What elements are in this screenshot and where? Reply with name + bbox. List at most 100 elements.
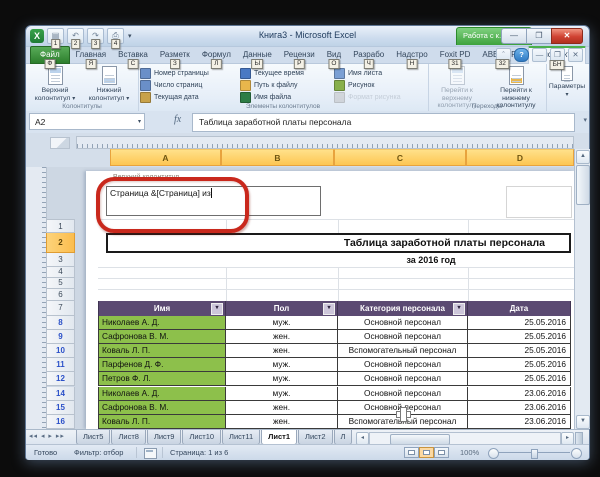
row-header-6[interactable]: 6 <box>46 289 75 301</box>
page-layout-view-icon[interactable] <box>419 447 434 458</box>
tab-foxit pd[interactable]: Foxit PD31 <box>434 46 477 63</box>
macro-record-icon[interactable] <box>144 448 157 459</box>
footer-button[interactable]: Нижний колонтитул ▾ <box>83 66 135 103</box>
row-header-2[interactable]: 2 <box>46 233 75 253</box>
table-cell[interactable]: 23.06.2016 <box>468 401 571 415</box>
tab-данные[interactable]: ДанныеЫ <box>237 46 278 63</box>
workbook-close-icon[interactable]: ✕ <box>568 48 583 62</box>
row-header-8[interactable]: 8 <box>46 316 75 330</box>
table-cell[interactable]: муж. <box>226 387 338 401</box>
table-cell[interactable]: Сафронова В. М. <box>98 401 226 415</box>
sheet-tab-лист9[interactable]: Лист9 <box>147 430 181 445</box>
table-cell[interactable]: Основной персонал <box>338 330 468 344</box>
zoom-out-icon[interactable] <box>488 448 499 459</box>
column-header-B[interactable]: B <box>221 149 334 166</box>
table-header-3[interactable]: Категория персонала▾ <box>338 301 468 316</box>
sheet-tab-л[interactable]: Л <box>334 430 353 445</box>
expand-formula-bar-icon[interactable]: ▾ <box>583 116 587 124</box>
table-cell[interactable]: 25.05.2016 <box>468 316 571 330</box>
subtitle-cell[interactable]: за 2016 год <box>366 255 496 265</box>
table-cell[interactable]: жен. <box>226 344 338 358</box>
row-header-14[interactable]: 14 <box>46 387 75 401</box>
element-button[interactable]: Путь к файлу <box>240 80 334 91</box>
sheet-tab-лист2[interactable]: Лист2 <box>298 430 332 445</box>
tab-разметк[interactable]: РазметкЗ <box>154 46 196 63</box>
formula-input[interactable]: Таблица заработной платы персонала <box>192 113 575 132</box>
page-break-view-icon[interactable] <box>434 447 449 458</box>
table-cell[interactable]: Коваль Л. П. <box>98 415 226 429</box>
row-header-11[interactable]: 11 <box>46 358 75 372</box>
sheet-tab-лист1[interactable]: Лист1 <box>261 430 297 445</box>
element-button[interactable]: Текущая дата <box>140 92 240 103</box>
column-header-C[interactable]: C <box>334 149 466 166</box>
row-header-9[interactable]: 9 <box>46 330 75 344</box>
table-cell[interactable]: Основной персонал <box>338 316 468 330</box>
table-cell[interactable]: жен. <box>226 401 338 415</box>
workbook-minimize-icon[interactable]: — <box>532 48 547 62</box>
row-header-7[interactable]: 7 <box>46 301 75 316</box>
sheet-tab-лист8[interactable]: Лист8 <box>111 430 145 445</box>
zoom-slider-thumb[interactable] <box>531 449 538 459</box>
table-cell[interactable]: Основной персонал <box>338 372 468 386</box>
table-cell[interactable]: Основной персонал <box>338 358 468 372</box>
tab-рецензи[interactable]: РецензиР <box>278 46 321 63</box>
print-icon[interactable]: ⎙4 <box>107 28 124 44</box>
table-cell[interactable]: жен. <box>226 415 338 429</box>
vertical-scrollbar[interactable]: ▲ ▼ <box>574 149 590 429</box>
row-header-5[interactable]: 5 <box>46 278 75 289</box>
row-header-12[interactable]: 12 <box>46 372 75 386</box>
scroll-down-icon[interactable]: ▼ <box>576 415 590 429</box>
row-header-4[interactable]: 4 <box>46 267 75 278</box>
row-header-1[interactable]: 1 <box>46 219 75 233</box>
sheet-nav-buttons[interactable]: ◂◂ ◂ ▸ ▸▸ <box>29 432 65 440</box>
filter-dropdown-icon[interactable]: ▾ <box>211 303 223 315</box>
table-cell[interactable]: Николаев А. Д. <box>98 316 226 330</box>
element-button[interactable]: Рисунок <box>334 80 422 91</box>
element-button[interactable]: Имя листа <box>334 68 422 79</box>
sheet-tab-лист11[interactable]: Лист11 <box>222 430 260 445</box>
maximize-button[interactable]: ❐ <box>526 28 551 44</box>
table-header-4[interactable]: Дата <box>468 301 571 316</box>
vertical-scroll-thumb[interactable] <box>576 165 590 205</box>
table-cell[interactable]: 25.05.2016 <box>468 358 571 372</box>
column-header-A[interactable]: A <box>110 149 221 166</box>
header-right-section[interactable] <box>506 186 572 218</box>
table-cell[interactable]: муж. <box>226 358 338 372</box>
table-cell[interactable]: Сафронова В. М. <box>98 330 226 344</box>
table-cell[interactable]: 23.06.2016 <box>468 387 571 401</box>
undo-icon[interactable]: ↶2 <box>67 28 84 44</box>
table-cell[interactable]: 25.05.2016 <box>468 344 571 358</box>
row-header-3[interactable]: 3 <box>46 253 75 267</box>
element-button[interactable]: Текущее время <box>240 68 334 79</box>
row-header-15[interactable]: 15 <box>46 401 75 415</box>
element-button[interactable]: Номер страницы <box>140 68 240 79</box>
table-cell[interactable]: Парфенов Д. Ф. <box>98 358 226 372</box>
row-header-16[interactable]: 16 <box>46 415 75 429</box>
sheet-tab-лист10[interactable]: Лист10 <box>182 430 221 445</box>
table-cell[interactable]: Основной персонал <box>338 387 468 401</box>
sheet-tab-лист5[interactable]: Лист5 <box>76 430 110 445</box>
name-box[interactable]: A2 ▾ <box>29 113 145 130</box>
namebox-dropdown-icon[interactable]: ▾ <box>138 114 141 130</box>
save-icon[interactable]: ▤1 <box>47 28 64 44</box>
scroll-up-icon[interactable]: ▲ <box>576 150 590 164</box>
table-cell[interactable]: Коваль Л. П. <box>98 344 226 358</box>
table-cell[interactable]: Вспомогательный персонал <box>338 344 468 358</box>
table-cell[interactable]: Николаев А. Д. <box>98 387 226 401</box>
close-button[interactable]: ✕ <box>551 28 583 44</box>
filter-dropdown-icon[interactable]: ▾ <box>453 303 465 315</box>
table-cell[interactable]: муж. <box>226 372 338 386</box>
qat-customize-icon[interactable]: ▾ <box>128 32 132 40</box>
zoom-in-icon[interactable] <box>571 448 582 459</box>
table-cell[interactable]: жен. <box>226 330 338 344</box>
options-button[interactable]: Параметры▾ <box>541 66 593 99</box>
table-cell[interactable]: муж. <box>226 316 338 330</box>
tab-формул[interactable]: ФормулЛ <box>196 46 237 63</box>
redo-icon[interactable]: ↷3 <box>87 28 104 44</box>
element-button[interactable]: Число страниц <box>140 80 240 91</box>
filter-dropdown-icon[interactable]: ▾ <box>323 303 335 315</box>
selected-title-cell[interactable]: Таблица заработной платы персонала <box>106 233 571 253</box>
element-button[interactable]: Имя файла <box>240 92 334 103</box>
minimize-button[interactable]: — <box>501 28 526 44</box>
table-header-2[interactable]: Пол▾ <box>226 301 338 316</box>
